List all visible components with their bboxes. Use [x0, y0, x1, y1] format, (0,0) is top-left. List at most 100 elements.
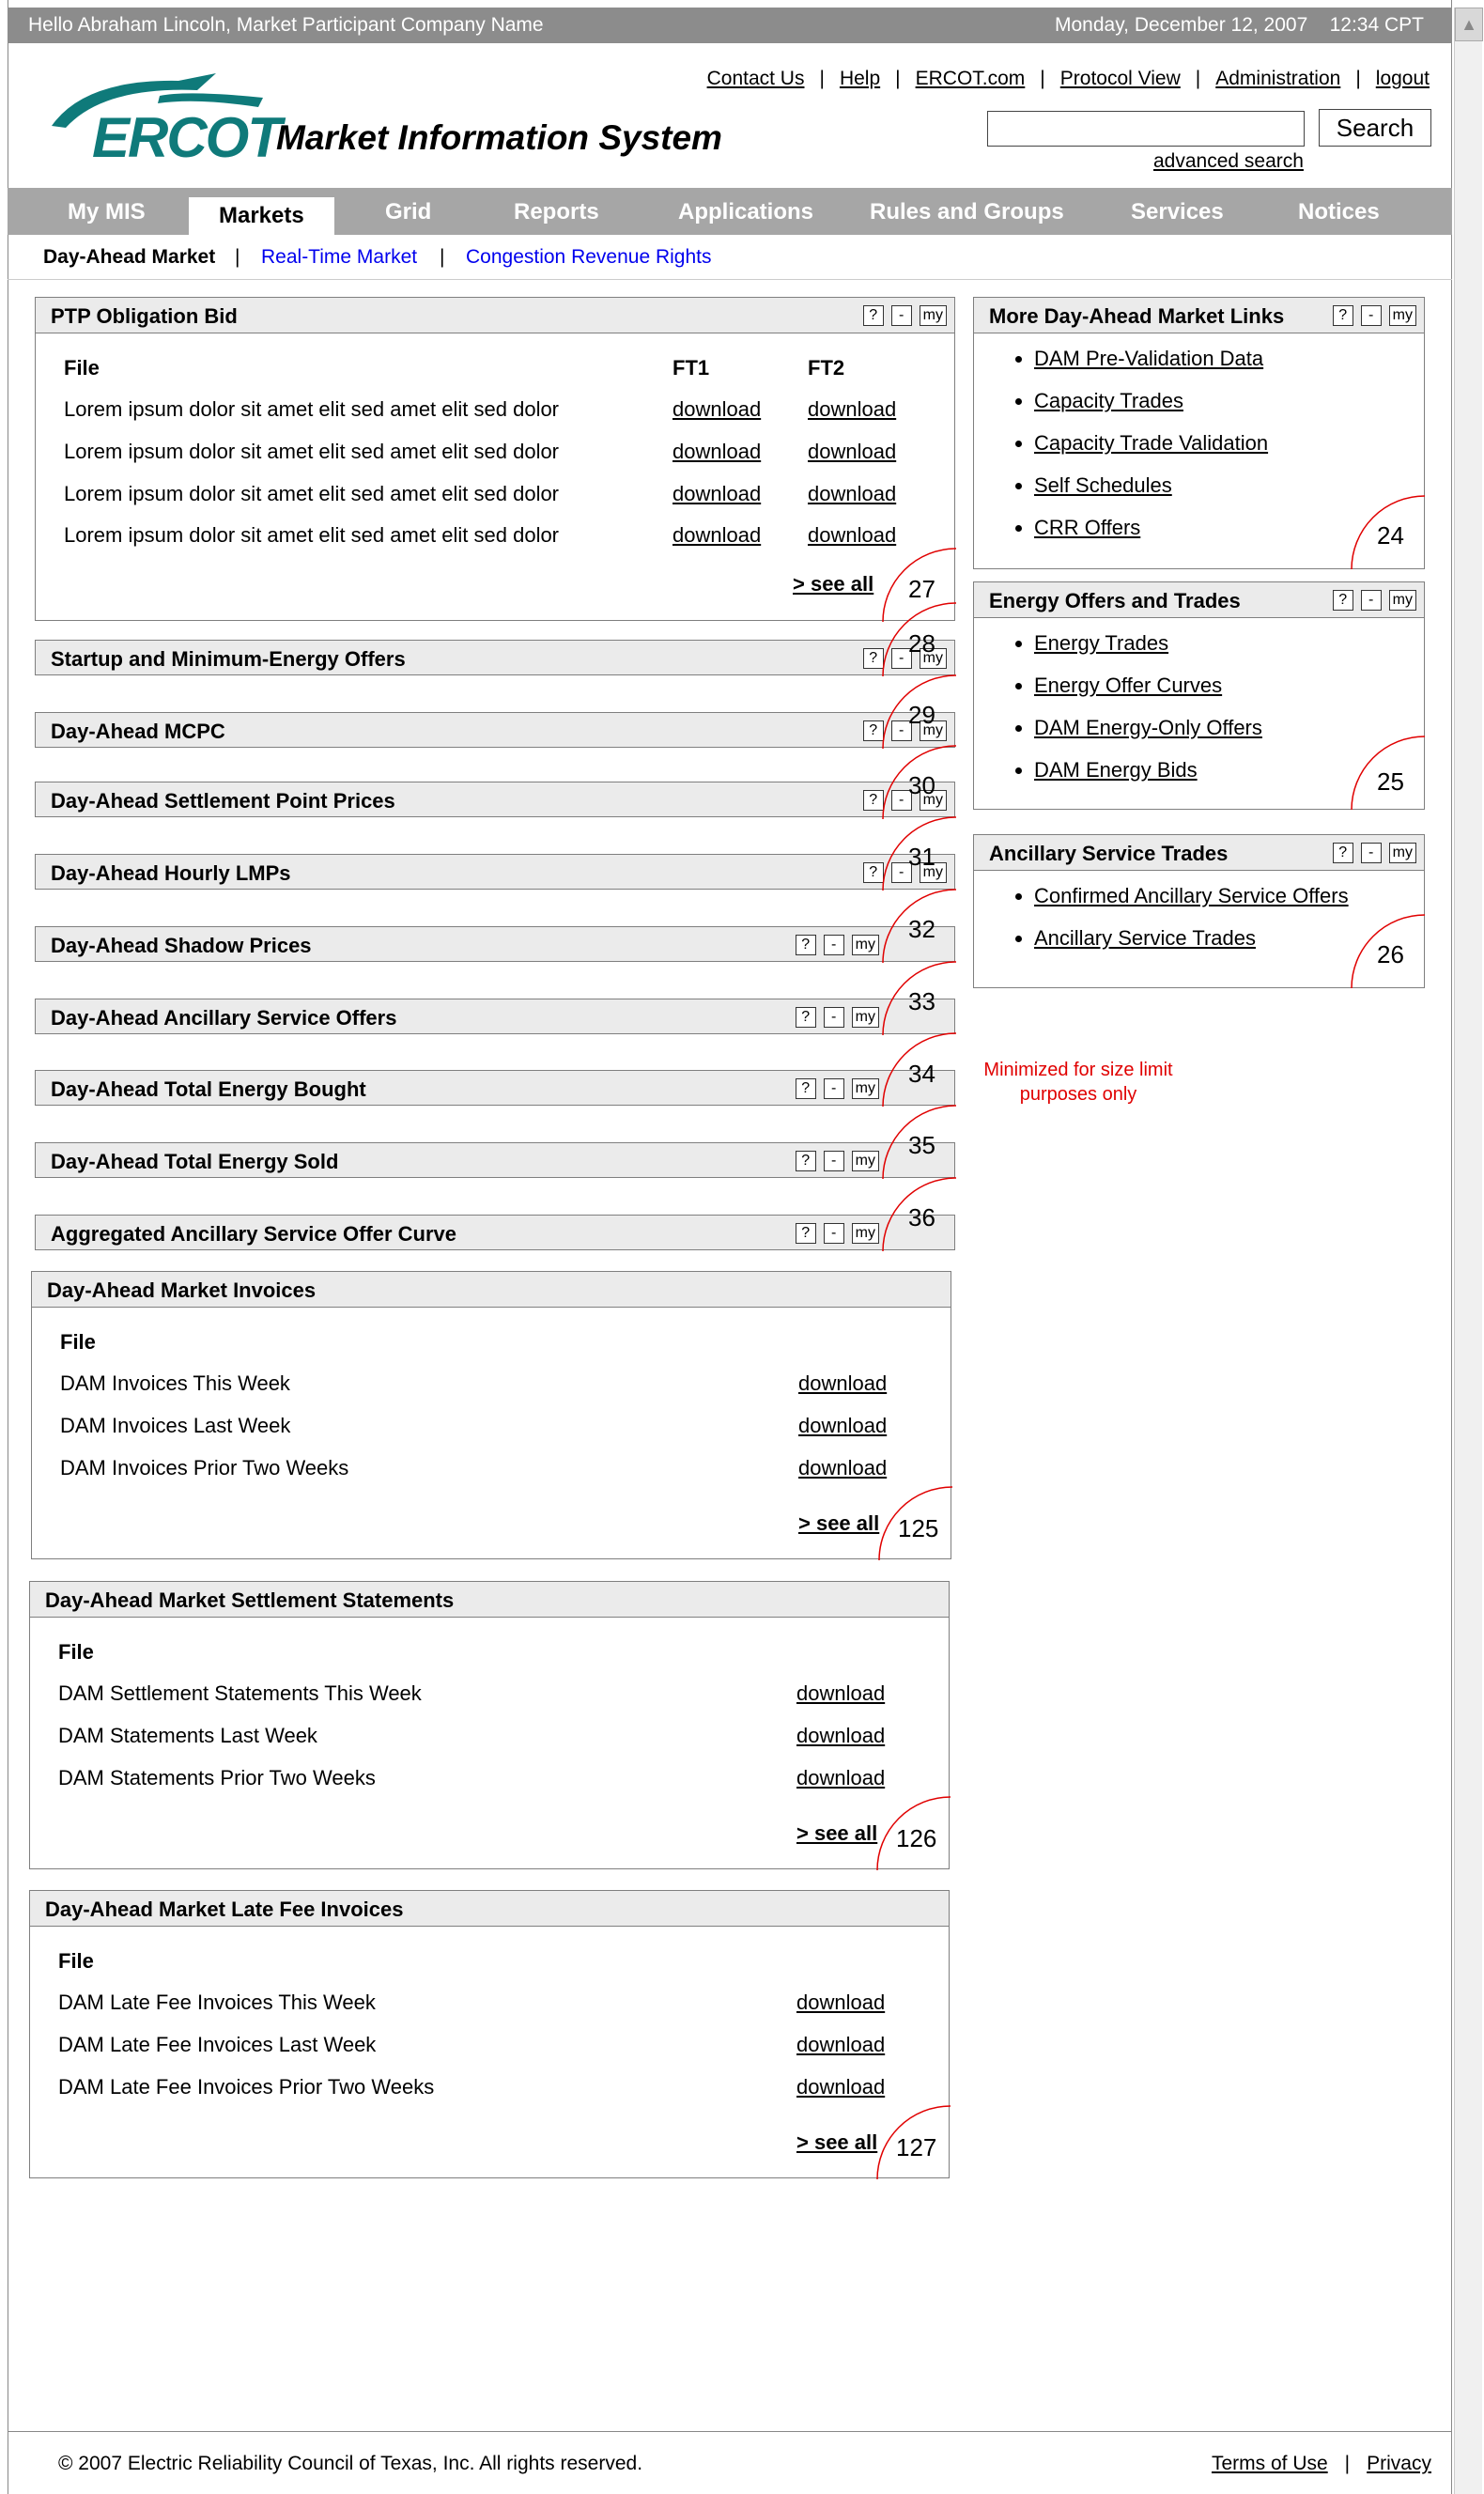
download-link[interactable]: download [796, 2033, 885, 2057]
minimize-button[interactable]: - [823, 1151, 844, 1171]
download-link[interactable]: download [796, 2075, 885, 2099]
download-link[interactable]: download [808, 397, 896, 421]
download-link[interactable]: download [796, 1991, 885, 2015]
search-button[interactable]: Search [1319, 109, 1431, 147]
crr-offers-link[interactable]: CRR Offers [1034, 516, 1140, 539]
dam-pre-validation-data-link[interactable]: DAM Pre-Validation Data [1034, 347, 1263, 370]
minimize-button[interactable]: - [823, 935, 844, 955]
download-link[interactable]: download [672, 440, 761, 463]
dam-energy-bids-link[interactable]: DAM Energy Bids [1034, 758, 1198, 782]
download-link[interactable]: download [798, 1414, 887, 1437]
minimize-button[interactable]: - [890, 305, 912, 326]
minimize-button[interactable]: - [1360, 843, 1382, 863]
terms-of-use-link[interactable]: Terms of Use [1212, 2453, 1328, 2474]
my-button[interactable]: my [851, 1007, 879, 1028]
my-button[interactable]: my [851, 1151, 879, 1171]
minimize-button[interactable]: - [823, 1078, 844, 1099]
minimize-button[interactable]: - [823, 1007, 844, 1028]
see-all-link[interactable]: > see all [796, 2130, 877, 2155]
see-all-link[interactable]: > see all [798, 1511, 879, 1536]
logout-link[interactable]: logout [1376, 68, 1430, 89]
subnav-congestion-revenue-rights[interactable]: Congestion Revenue Rights [466, 246, 712, 269]
ft1-download-link[interactable]: download [672, 397, 761, 422]
see-all-link[interactable]: > see all [793, 572, 873, 596]
download-link[interactable]: download [672, 482, 761, 505]
download-link[interactable]: download [798, 1456, 887, 1479]
help-link[interactable]: Help [840, 68, 880, 89]
ft2-download-link[interactable]: download [808, 482, 896, 506]
nav-rules-and-groups[interactable]: Rules and Groups [870, 199, 1064, 225]
ft2-download-link[interactable]: download [808, 397, 896, 422]
search-input[interactable] [987, 111, 1305, 147]
my-button[interactable]: my [1388, 590, 1416, 611]
ft1-download-link[interactable]: download [672, 440, 761, 464]
subnav-real-time-market[interactable]: Real-Time Market [261, 246, 417, 269]
ft2-download-link[interactable]: download [808, 523, 896, 548]
help-button[interactable]: ? [795, 935, 816, 955]
my-button[interactable]: my [851, 1223, 879, 1244]
download-link[interactable]: download [796, 1766, 885, 1790]
help-button[interactable]: ? [1332, 843, 1353, 863]
nav-services[interactable]: Services [1131, 199, 1224, 225]
download-link[interactable]: download [796, 1724, 885, 1748]
energy-offer-curves-link[interactable]: Energy Offer Curves [1034, 674, 1222, 697]
see-all-link[interactable]: > see all [796, 1821, 877, 1846]
nav-reports[interactable]: Reports [514, 199, 599, 225]
help-button[interactable]: ? [1332, 305, 1353, 326]
nav-markets[interactable]: Markets [189, 197, 334, 235]
minimize-button[interactable]: - [1360, 305, 1382, 326]
ft1-download-link[interactable]: download [672, 523, 761, 548]
ft1-download-link[interactable]: download [672, 482, 761, 506]
my-button[interactable]: my [851, 1078, 879, 1099]
download-link[interactable]: download [798, 1456, 887, 1480]
download-link[interactable]: download [798, 1371, 887, 1395]
download-link[interactable]: download [796, 2033, 885, 2056]
my-button[interactable]: my [851, 935, 879, 955]
download-link[interactable]: download [808, 482, 896, 505]
help-button[interactable]: ? [795, 1078, 816, 1099]
my-button[interactable]: my [919, 305, 947, 326]
help-button[interactable]: ? [795, 1223, 816, 1244]
subnav-day-ahead-market[interactable]: Day-Ahead Market [43, 246, 215, 269]
scroll-up-arrow-icon[interactable]: ▲ [1455, 8, 1483, 41]
download-link[interactable]: download [796, 1681, 885, 1706]
help-button[interactable]: ? [862, 305, 884, 326]
nav-notices[interactable]: Notices [1298, 199, 1380, 225]
my-button[interactable]: my [1388, 843, 1416, 863]
dam-energy-only-offers-link[interactable]: DAM Energy-Only Offers [1034, 716, 1262, 739]
download-link[interactable]: download [796, 1724, 885, 1747]
download-link[interactable]: download [808, 523, 896, 547]
help-button[interactable]: ? [795, 1151, 816, 1171]
energy-trades-link[interactable]: Energy Trades [1034, 631, 1168, 655]
download-link[interactable]: download [672, 397, 761, 421]
nav-my-mis[interactable]: My MIS [68, 199, 146, 225]
download-link[interactable]: download [796, 1991, 885, 2014]
help-button[interactable]: ? [795, 1007, 816, 1028]
capacity-trade-validation-link[interactable]: Capacity Trade Validation [1034, 431, 1268, 455]
minimize-button[interactable]: - [1360, 590, 1382, 611]
download-link[interactable]: download [796, 1681, 885, 1705]
my-button[interactable]: my [1388, 305, 1416, 326]
advanced-search-link[interactable]: advanced search [1153, 150, 1304, 173]
ercot-com-link[interactable]: ERCOT.com [916, 68, 1026, 89]
help-button[interactable]: ? [1332, 590, 1353, 611]
privacy-link[interactable]: Privacy [1367, 2453, 1431, 2474]
confirmed-as-offers-link[interactable]: Confirmed Ancillary Service Offers [1034, 884, 1349, 907]
capacity-trades-link[interactable]: Capacity Trades [1034, 389, 1183, 412]
minimize-button[interactable]: - [823, 1223, 844, 1244]
download-link[interactable]: download [798, 1371, 887, 1396]
as-trades-link[interactable]: Ancillary Service Trades [1034, 926, 1256, 950]
download-link[interactable]: download [672, 523, 761, 547]
nav-grid[interactable]: Grid [385, 199, 431, 225]
download-link[interactable]: download [796, 2075, 885, 2099]
download-link[interactable]: download [798, 1414, 887, 1438]
administration-link[interactable]: Administration [1215, 68, 1340, 89]
nav-applications[interactable]: Applications [678, 199, 813, 225]
self-schedules-link[interactable]: Self Schedules [1034, 473, 1172, 497]
download-link[interactable]: download [808, 440, 896, 463]
ft2-download-link[interactable]: download [808, 440, 896, 464]
contact-us-link[interactable]: Contact Us [707, 68, 805, 89]
vertical-scrollbar[interactable]: ▲ [1454, 8, 1483, 2494]
download-link[interactable]: download [796, 1766, 885, 1789]
protocol-view-link[interactable]: Protocol View [1060, 68, 1181, 89]
